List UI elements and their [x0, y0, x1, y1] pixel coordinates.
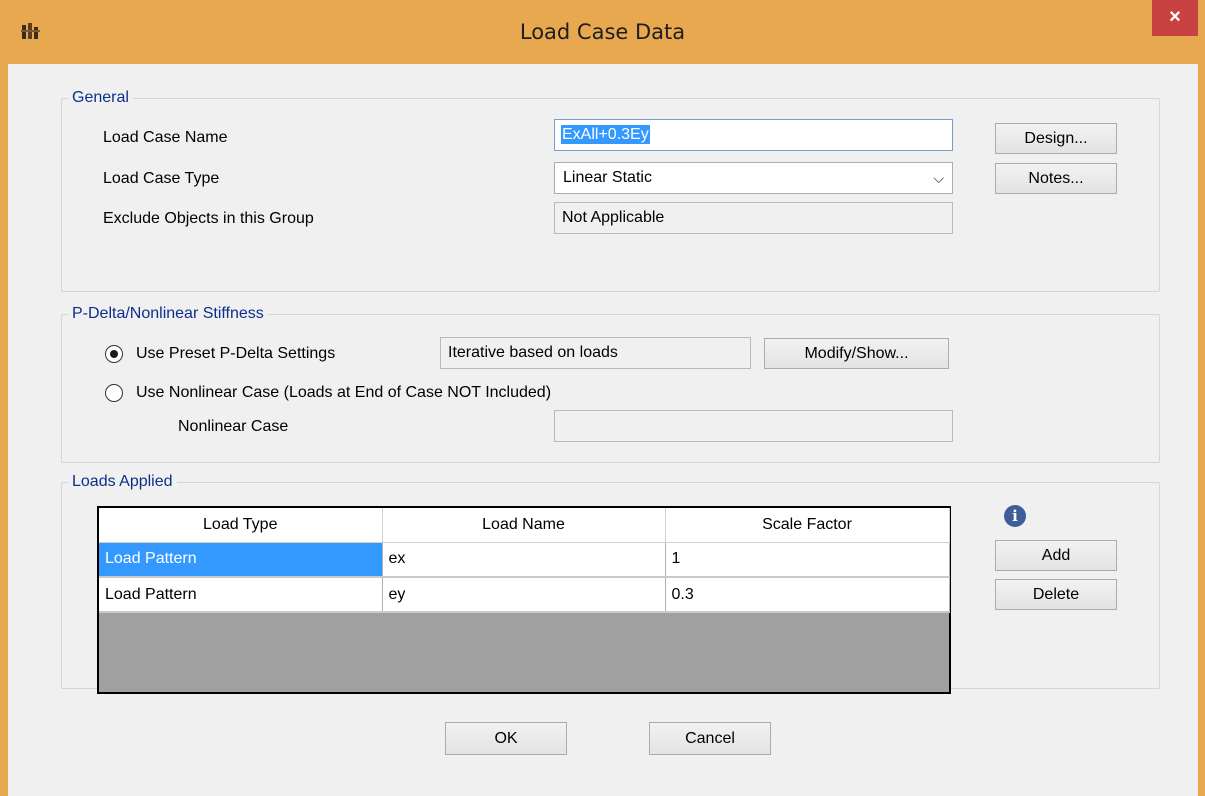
load-name-cell[interactable]: ex — [382, 542, 666, 578]
delete-button[interactable]: Delete — [995, 579, 1117, 610]
table-row[interactable]: Load Pattern ey 0.3 — [99, 577, 950, 613]
close-icon: × — [1169, 6, 1181, 28]
title-bar[interactable]: Load Case Data × — [0, 0, 1205, 58]
ok-button[interactable]: OK — [445, 722, 567, 755]
nonlinear-case-label: Nonlinear Case — [178, 418, 289, 435]
modify-show-button[interactable]: Modify/Show... — [764, 338, 949, 369]
pdelta-group-title: P-Delta/Nonlinear Stiffness — [68, 304, 268, 324]
load-name-cell[interactable]: ey — [382, 577, 666, 613]
general-group-title: General — [68, 88, 133, 108]
nonlinear-case-radio[interactable] — [105, 384, 123, 402]
nonlinear-case-field — [554, 410, 953, 442]
close-button[interactable]: × — [1152, 0, 1198, 36]
loads-table: Load Type Load Name Scale Factor Load Pa… — [99, 508, 950, 613]
exclude-objects-label: Exclude Objects in this Group — [103, 210, 314, 227]
loads-grid[interactable]: Load Type Load Name Scale Factor Load Pa… — [97, 506, 951, 694]
load-case-name-input[interactable]: ExAll+0.3Ey — [554, 119, 953, 151]
preset-pdelta-value: Iterative based on loads — [440, 337, 751, 369]
exclude-objects-field: Not Applicable — [554, 202, 953, 234]
nonlinear-case-option-label[interactable]: Use Nonlinear Case (Loads at End of Case… — [136, 383, 551, 403]
dialog-client-area: General Load Case Name ExAll+0.3Ey Desig… — [8, 64, 1198, 796]
load-case-type-label: Load Case Type — [103, 170, 220, 187]
load-case-type-value: Linear Static — [563, 169, 652, 186]
chevron-down-icon: ⌵ — [933, 170, 944, 186]
notes-button[interactable]: Notes... — [995, 163, 1117, 194]
column-header-scale-factor[interactable]: Scale Factor — [665, 508, 950, 543]
add-button[interactable]: Add — [995, 540, 1117, 571]
column-header-load-type[interactable]: Load Type — [99, 508, 383, 543]
load-case-name-value: ExAll+0.3Ey — [561, 125, 650, 144]
loads-table-header: Load Type Load Name Scale Factor — [99, 508, 950, 543]
load-type-cell[interactable]: Load Pattern — [99, 542, 383, 578]
table-row[interactable]: Load Pattern ex 1 — [99, 542, 950, 578]
preset-pdelta-radio[interactable] — [105, 345, 123, 363]
window-title: Load Case Data — [519, 20, 686, 44]
design-button[interactable]: Design... — [995, 123, 1117, 154]
scale-factor-cell[interactable]: 0.3 — [665, 577, 950, 613]
preset-pdelta-label[interactable]: Use Preset P-Delta Settings — [136, 344, 335, 364]
load-case-type-select[interactable]: Linear Static ⌵ — [554, 162, 953, 194]
loads-applied-group-title: Loads Applied — [68, 472, 177, 492]
load-case-name-label: Load Case Name — [103, 129, 228, 146]
info-icon[interactable]: i — [1004, 505, 1026, 527]
load-case-data-dialog: Load Case Data × General Load Case Name … — [0, 0, 1205, 796]
scale-factor-cell[interactable]: 1 — [665, 542, 950, 578]
load-type-cell[interactable]: Load Pattern — [99, 577, 383, 613]
column-header-load-name[interactable]: Load Name — [382, 508, 666, 543]
cancel-button[interactable]: Cancel — [649, 722, 771, 755]
